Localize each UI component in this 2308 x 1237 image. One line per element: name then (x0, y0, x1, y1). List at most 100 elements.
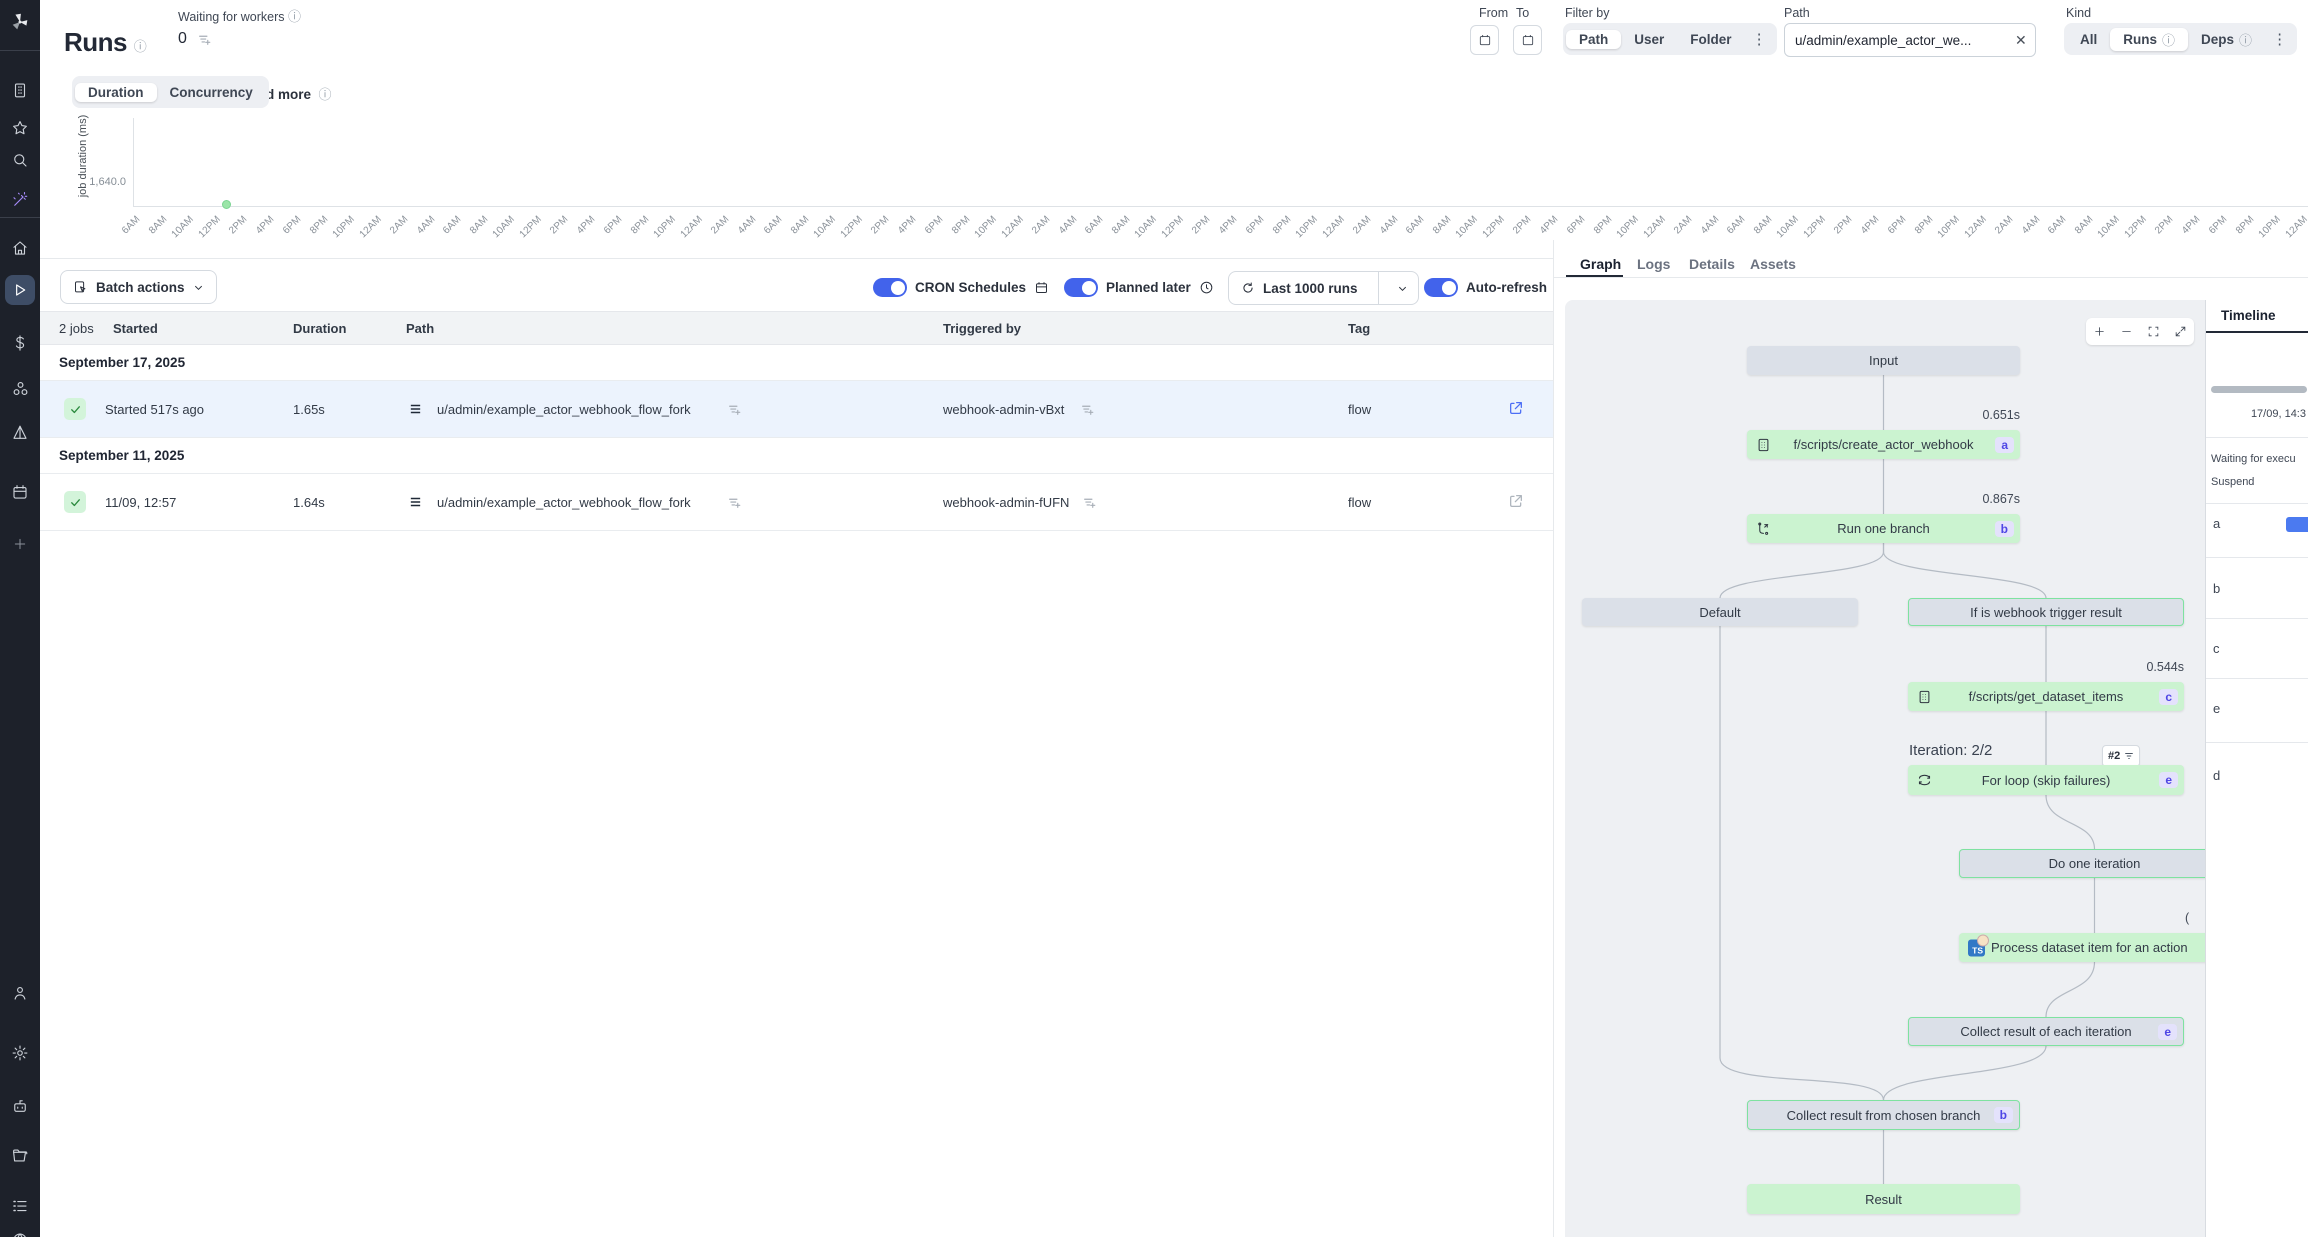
robot-icon[interactable] (0, 1092, 40, 1120)
planned-later-toggle[interactable] (1064, 278, 1098, 297)
filter-by-label: Filter by (1565, 6, 1609, 20)
kind-tab-runs[interactable]: Runsⓘ (2110, 28, 2188, 51)
path-filter-input[interactable] (1784, 23, 2036, 57)
external-link-icon[interactable] (1508, 493, 1524, 509)
node-branch-if-webhook[interactable]: If is webhook trigger result (1908, 598, 2184, 626)
node-result[interactable]: Result (1747, 1184, 2020, 1214)
expand-icon[interactable] (2174, 325, 2187, 338)
tab-details[interactable]: Details (1689, 256, 1735, 272)
node-get-dataset-items[interactable]: f/scripts/get_dataset_items c (1908, 682, 2184, 711)
from-date-button[interactable] (1470, 25, 1499, 55)
chart-y-axis-line (133, 118, 134, 207)
folder-icon[interactable] (0, 1142, 40, 1170)
triggered-filter-icon[interactable] (1081, 403, 1094, 416)
tab-graph[interactable]: Graph (1580, 256, 1621, 272)
sidebar-item-runs-selected[interactable] (5, 275, 35, 305)
waiting-info-icon[interactable]: ⓘ (288, 9, 301, 24)
node-collect-chosen-branch[interactable]: Collect result from chosen branch b (1747, 1100, 2020, 1130)
col-started: Started (113, 321, 158, 336)
batch-actions-button[interactable]: Batch actions (60, 270, 217, 304)
list-icon[interactable] (0, 1192, 40, 1220)
zoom-in-icon[interactable] (2093, 325, 2106, 338)
node-branch-default[interactable]: Default (1582, 598, 1858, 626)
loop-icon (1917, 773, 1932, 788)
sidebar (0, 0, 40, 1237)
external-link-icon[interactable] (1508, 400, 1524, 416)
prism-icon[interactable] (0, 419, 40, 447)
row-triggered-by[interactable]: webhook-admin-vBxt (943, 402, 1064, 417)
to-date-button[interactable] (1513, 25, 1542, 55)
last-runs-button[interactable]: Last 1000 runs (1228, 271, 1419, 305)
last-runs-dropdown[interactable] (1387, 283, 1418, 294)
home-icon[interactable] (0, 234, 40, 262)
zoom-out-icon[interactable] (2120, 325, 2133, 338)
sidebar-divider-top (0, 50, 40, 51)
chart-data-point[interactable] (222, 200, 231, 209)
iteration-chip[interactable]: #2 (2102, 745, 2140, 767)
windmill-logo-icon[interactable] (0, 8, 40, 36)
clear-path-icon[interactable]: ✕ (2015, 32, 2027, 49)
filter-tab-path[interactable]: Path (1566, 30, 1621, 49)
row-duration: 1.64s (293, 495, 325, 510)
filter-tab-user[interactable]: User (1621, 30, 1677, 49)
calendar-schedules-icon[interactable] (0, 478, 40, 506)
timeline-title[interactable]: Timeline (2221, 308, 2276, 323)
path-filter-icon[interactable] (728, 403, 741, 416)
user-icon[interactable] (0, 979, 40, 1007)
plus-icon[interactable] (0, 530, 40, 558)
chart-mode-tabs: Duration Concurrency (72, 76, 269, 108)
filter-tab-folder[interactable]: Folder (1677, 30, 1744, 49)
magic-wand-icon[interactable] (0, 186, 40, 214)
table-row[interactable]: Started 517s ago 1.65s u/admin/example_a… (40, 381, 1553, 438)
row-started: 11/09, 12:57 (105, 495, 176, 510)
group-header-date: September 11, 2025 (40, 438, 1553, 474)
fit-view-icon[interactable] (2147, 325, 2160, 338)
path-filter-icon[interactable] (728, 496, 741, 509)
node-do-one-iteration[interactable]: Do one iteration (1959, 849, 2205, 878)
filter-more-menu[interactable]: ⋮ (1745, 30, 1774, 48)
timeline-scrollbar[interactable] (2211, 386, 2307, 393)
flow-icon (408, 495, 423, 509)
row-started: Started 517s ago (105, 402, 204, 417)
kind-tab-all[interactable]: All (2067, 30, 2110, 49)
kind-more-menu[interactable]: ⋮ (2265, 30, 2294, 48)
timeline-row-label: e (2213, 701, 2220, 716)
script-icon (1756, 437, 1771, 452)
node-input[interactable]: Input (1747, 346, 2020, 375)
planned-later-label: Planned later (1106, 280, 1191, 295)
filter-plus-icon[interactable] (198, 33, 211, 46)
auto-refresh-toggle[interactable] (1424, 278, 1458, 297)
timeline-row-label: a (2213, 516, 2220, 531)
chart-x-axis-line (133, 206, 2308, 207)
cron-schedules-toggle[interactable] (873, 278, 907, 297)
node-duration-partial: ( (2185, 911, 2205, 925)
kind-tab-deps[interactable]: Depsⓘ (2188, 28, 2265, 51)
building-icon[interactable] (0, 76, 40, 104)
table-row[interactable]: 11/09, 12:57 1.64s u/admin/example_actor… (40, 474, 1553, 531)
tab-assets[interactable]: Assets (1750, 256, 1796, 272)
dollar-variables-icon[interactable] (0, 329, 40, 357)
tab-logs[interactable]: Logs (1637, 256, 1670, 272)
node-create-actor-webhook[interactable]: f/scripts/create_actor_webhook a (1747, 430, 2020, 459)
triggered-filter-icon[interactable] (1083, 496, 1096, 509)
star-icon[interactable] (0, 114, 40, 142)
node-process-dataset-item[interactable]: TS Process dataset item for an action (1959, 933, 2205, 962)
search-icon[interactable] (0, 146, 40, 174)
node-collect-each-iteration[interactable]: Collect result of each iteration e (1908, 1017, 2184, 1046)
node-for-loop[interactable]: For loop (skip failures) e (1908, 765, 2184, 795)
row-triggered-by[interactable]: webhook-admin-fUFN (943, 495, 1069, 510)
title-info-icon[interactable]: ⓘ (134, 39, 147, 54)
col-tag: Tag (1348, 321, 1370, 336)
tab-duration[interactable]: Duration (75, 83, 157, 102)
flow-graph-canvas[interactable]: Input 0.651s f/scripts/create_actor_webh… (1565, 300, 2205, 1237)
row-path[interactable]: u/admin/example_actor_webhook_flow_fork (437, 495, 691, 510)
cluster-resources-icon[interactable] (0, 374, 40, 402)
tab-concurrency[interactable]: Concurrency (157, 83, 266, 102)
timeline-underline (2206, 331, 2308, 333)
row-path[interactable]: u/admin/example_actor_webhook_flow_fork (437, 402, 691, 417)
gear-settings-icon[interactable] (0, 1039, 40, 1067)
node-run-one-branch[interactable]: Run one branch b (1747, 514, 2020, 543)
globe-icon[interactable] (0, 1226, 40, 1237)
iteration-label: Iteration: 2/2 (1909, 742, 1992, 759)
deps-info-icon: ⓘ (2239, 30, 2252, 49)
